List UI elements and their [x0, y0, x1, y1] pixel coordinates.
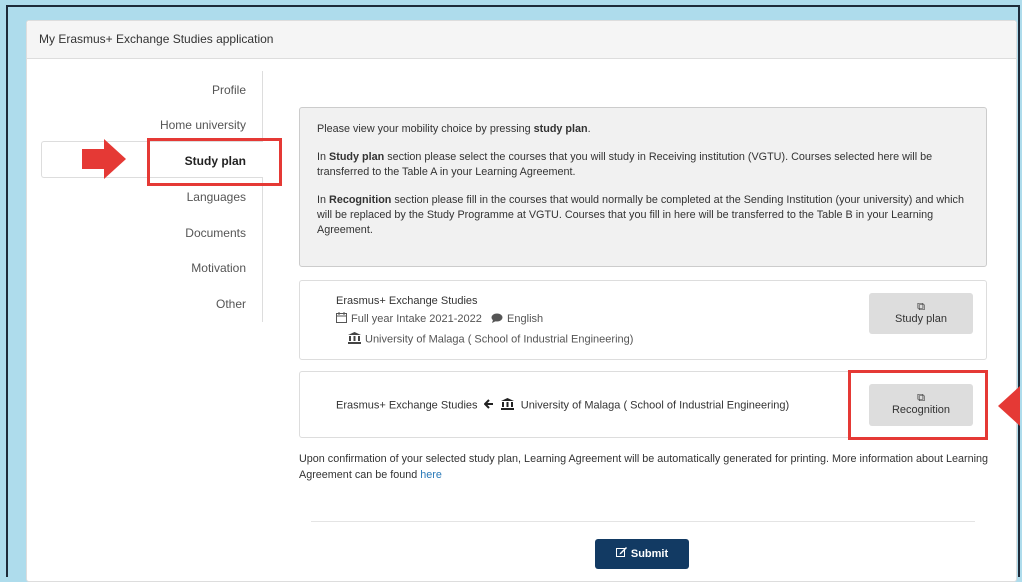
university-name: University of Malaga ( School of Industr… — [365, 333, 634, 346]
institution-icon — [348, 332, 361, 347]
program-meta: Full year Intake 2021-2022 English — [336, 312, 543, 326]
edit-icon — [615, 539, 627, 569]
annotation-arrow-right — [104, 139, 126, 179]
intake-text: Full year Intake 2021-2022 — [351, 312, 482, 325]
instruction-1: Please view your mobility choice by pres… — [317, 123, 591, 135]
language-text: English — [507, 312, 544, 325]
institution-icon — [500, 398, 514, 413]
instruction-3: In Recognition section please fill in th… — [317, 194, 964, 236]
nav-item-profile[interactable]: Profile — [66, 80, 246, 100]
side-nav: Profile Home university Study plan Langu… — [41, 71, 263, 322]
university-line: University of Malaga ( School of Industr… — [348, 332, 633, 347]
learning-agreement-note: Upon confirmation of your selected study… — [299, 453, 988, 481]
submit-button[interactable]: Submit — [595, 539, 689, 569]
annotation-highlight-study-plan — [147, 138, 282, 186]
nav-item-languages[interactable]: Languages — [66, 187, 246, 207]
instruction-2: In Study plan section please select the … — [317, 151, 933, 178]
application-panel: My Erasmus+ Exchange Studies application… — [26, 20, 1017, 582]
study-plan-button[interactable]: ⧉ Study plan — [869, 293, 973, 334]
nav-item-other[interactable]: Other — [66, 294, 246, 314]
nav-item-home-university[interactable]: Home university — [66, 115, 246, 135]
annotation-arrow-shaft — [82, 149, 104, 169]
learning-agreement-link[interactable]: here — [420, 469, 442, 481]
comment-icon — [491, 313, 503, 326]
annotation-highlight-recognition — [848, 370, 988, 440]
arrow-left-icon — [483, 399, 494, 412]
divider — [311, 521, 975, 522]
study-plan-button-label: Study plan — [895, 313, 947, 325]
submit-label: Submit — [630, 548, 669, 560]
recognition-line: Erasmus+ Exchange Studies University of … — [336, 398, 789, 413]
recognition-program: Erasmus+ Exchange Studies — [336, 399, 478, 412]
instructions-box: Please view your mobility choice by pres… — [299, 107, 987, 267]
calendar-icon — [336, 312, 347, 326]
program-title: Erasmus+ Exchange Studies — [336, 295, 478, 307]
recognition-university: University of Malaga ( School of Industr… — [520, 399, 790, 412]
annotation-arrow-left — [998, 386, 1020, 426]
nav-item-documents[interactable]: Documents — [66, 223, 246, 243]
nav-item-motivation[interactable]: Motivation — [66, 258, 246, 278]
study-plan-card: Erasmus+ Exchange Studies Full year Inta… — [299, 280, 987, 360]
cubes-icon: ⧉ — [917, 301, 925, 313]
panel-title: My Erasmus+ Exchange Studies application — [27, 21, 1016, 59]
